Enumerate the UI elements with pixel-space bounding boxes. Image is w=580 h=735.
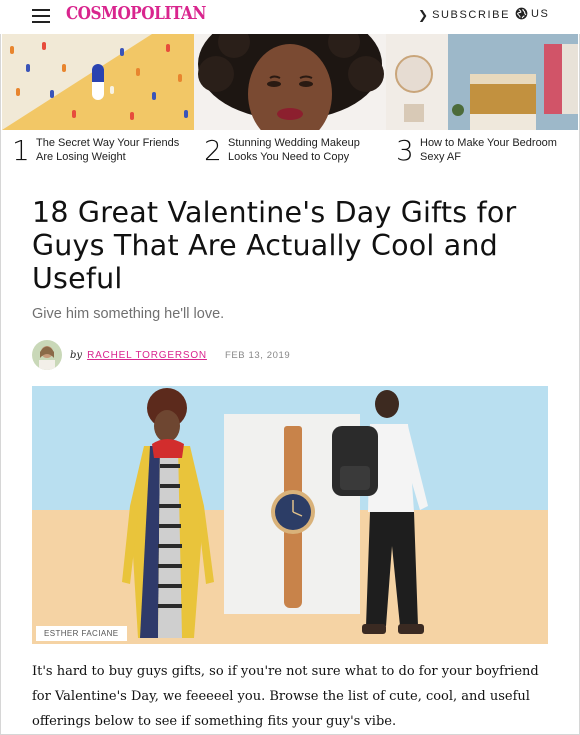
hamburger-icon[interactable] bbox=[32, 8, 50, 24]
trending-thumbnail-pills bbox=[2, 34, 194, 130]
region-label: US bbox=[531, 7, 550, 20]
publish-date: FEB 13, 2019 bbox=[224, 349, 291, 361]
article-body: It's hard to buy guys gifts, so if you'r… bbox=[32, 664, 539, 729]
trending-rank: 2 bbox=[204, 134, 222, 167]
trending-item[interactable]: 1 The Secret Way Your Friends Are Losing… bbox=[2, 34, 194, 170]
byline-prefix: by bbox=[70, 349, 83, 361]
image-credit: ESTHER FACIANE bbox=[36, 626, 127, 641]
trending-thumbnail-bedroom bbox=[386, 34, 578, 130]
trending-thumbnail-makeup bbox=[194, 34, 386, 130]
hero-image bbox=[32, 386, 548, 644]
globe-icon bbox=[515, 7, 528, 20]
trending-title: How to Make Your Bedroom Sexy AF bbox=[420, 137, 557, 163]
article-dek: Give him something he'll love. bbox=[32, 306, 225, 322]
trending-strip: 1 The Secret Way Your Friends Are Losing… bbox=[2, 34, 578, 170]
subscribe-link[interactable]: ❯ SUBSCRIBE bbox=[418, 8, 510, 22]
byline: by RACHEL TORGERSON FEB 13, 2019 bbox=[32, 340, 290, 370]
trending-item[interactable]: 3 How to Make Your Bedroom Sexy AF bbox=[386, 34, 578, 170]
chevron-right-icon: ❯ bbox=[418, 8, 429, 22]
region-selector[interactable]: US bbox=[515, 7, 549, 20]
site-logo[interactable]: COSMOPOLITAN bbox=[66, 3, 206, 24]
trending-item[interactable]: 2 Stunning Wedding Makeup Looks You Need… bbox=[194, 34, 386, 170]
subscribe-label: SUBSCRIBE bbox=[432, 9, 511, 21]
article-headline: 18 Great Valentine's Day Gifts for Guys … bbox=[32, 196, 517, 295]
trending-title: Stunning Wedding Makeup Looks You Need t… bbox=[228, 137, 360, 163]
trending-title: The Secret Way Your Friends Are Losing W… bbox=[36, 137, 180, 163]
author-link[interactable]: RACHEL TORGERSON bbox=[87, 350, 207, 361]
trending-rank: 1 bbox=[12, 134, 30, 167]
site-header: COSMOPOLITAN ❯ SUBSCRIBE US bbox=[0, 0, 580, 34]
trending-rank: 3 bbox=[396, 134, 414, 167]
author-avatar[interactable] bbox=[32, 340, 62, 370]
